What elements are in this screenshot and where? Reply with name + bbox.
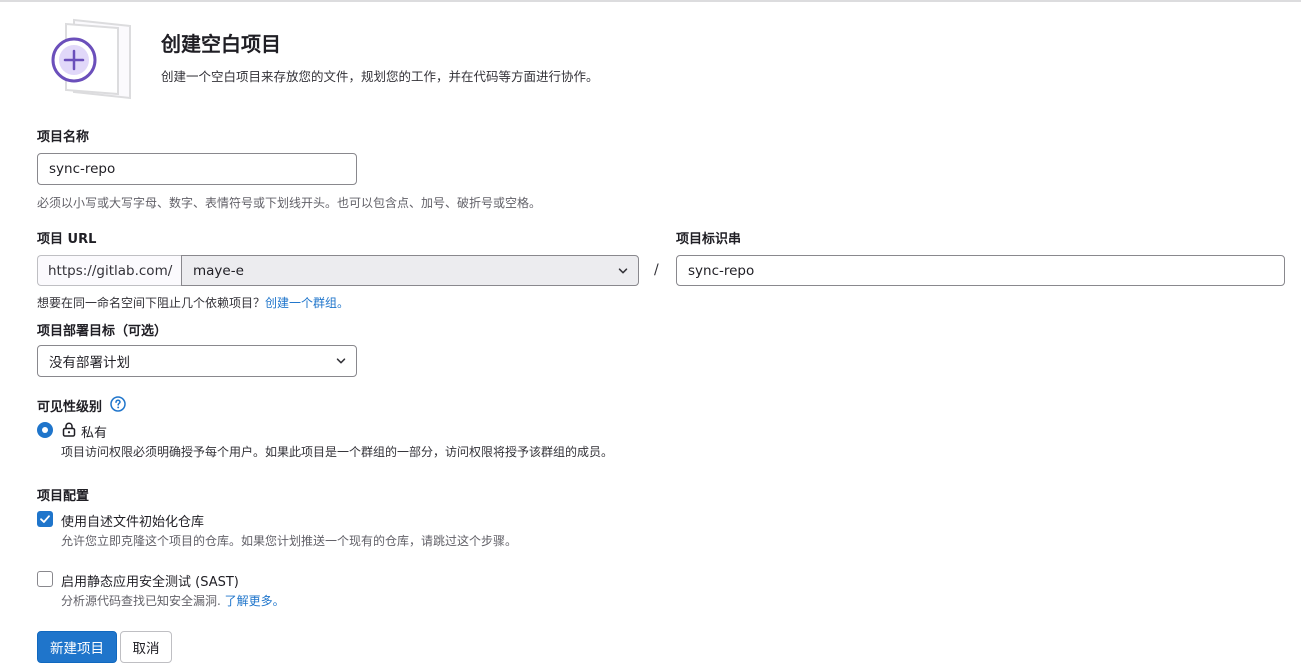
group-hint: 想要在同一命名空间下阻止几个依赖项目？创建一个群组。 [37,294,349,311]
namespace-select-value: maye-e [193,262,244,279]
readme-checkbox[interactable] [37,511,53,527]
new-project-page: 创建空白项目 创建一个空白项目来存放您的文件，规划您的工作，并在代码等方面进行协… [0,0,1301,671]
visibility-private-label: 私有 [81,426,108,441]
visibility-private-desc: 项目访问权限必须明确授予每个用户。如果此项目是一个群组的一部分，访问权限将授予该… [61,445,614,459]
readme-label: 使用自述文件初始化仓库 [61,515,205,530]
chevron-down-icon [618,267,628,273]
namespace-select[interactable]: maye-e [181,255,639,286]
blank-project-illustration-icon [51,18,131,100]
deployment-target-label: 项目部署目标（可选） [37,324,168,339]
help-question-icon[interactable] [110,396,126,412]
deployment-target-select[interactable]: 没有部署计划 [37,345,357,377]
cancel-button[interactable]: 取消 [120,631,172,663]
deployment-target-value: 没有部署计划 [49,355,130,371]
project-url-label: 项目 URL [37,232,97,247]
project-name-label: 项目名称 [37,130,90,145]
project-config-label: 项目配置 [37,489,90,504]
check-icon [40,515,50,523]
lock-icon [62,422,76,437]
readme-desc: 允许您立即克隆这个项目的仓库。如果您计划推送一个现有的仓库，请跳过这个步骤。 [61,534,518,548]
page-title: 创建空白项目 [161,32,281,56]
sast-desc-text: 分析源代码查找已知安全漏洞. [61,594,221,608]
project-slug-label: 项目标识串 [676,232,742,247]
chevron-down-icon [336,358,346,364]
url-separator: / [654,262,659,278]
visibility-label: 可见性级别 [37,400,103,415]
visibility-private-radio[interactable] [37,422,53,438]
create-group-link[interactable]: 创建一个群组。 [265,296,349,310]
group-hint-text: 想要在同一命名空间下阻止几个依赖项目？ [37,296,266,310]
sast-desc: 分析源代码查找已知安全漏洞. 了解更多。 [61,592,285,609]
project-name-help: 必须以小写或大写字母、数字、表情符号或下划线开头。也可以包含点、加号、破折号或空… [37,196,542,210]
create-project-button[interactable]: 新建项目 [37,631,117,663]
learn-more-link[interactable]: 了解更多。 [225,594,285,608]
project-name-input[interactable]: sync-repo [37,153,357,185]
project-url-prefix: https://gitlab.com/ [37,255,181,286]
top-divider [0,0,1301,2]
project-slug-input[interactable]: sync-repo [676,255,1285,286]
sast-label: 启用静态应用安全测试 (SAST) [61,575,239,590]
sast-checkbox[interactable] [37,571,53,587]
page-description: 创建一个空白项目来存放您的文件，规划您的工作，并在代码等方面进行协作。 [161,69,599,84]
